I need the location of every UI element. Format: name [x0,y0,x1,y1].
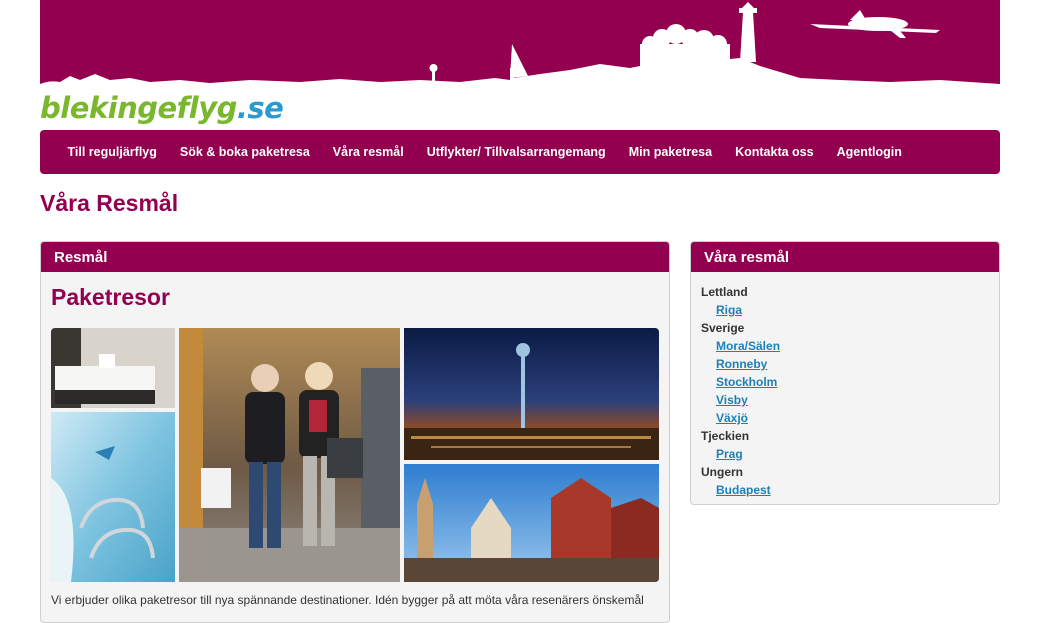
riga-old-town-photo [404,464,659,582]
country-label: Lettland [701,285,748,299]
destination-link-vaxjo[interactable]: Växjö [701,409,999,427]
destination-link-ronneby[interactable]: Ronneby [701,355,999,373]
destinations-list: Lettland Riga Sverige Mora/Sälen Ronneby… [691,272,999,499]
destination-link-stockholm[interactable]: Stockholm [701,373,999,391]
skyline-silhouette [40,2,1000,92]
nav-item-agentlogin[interactable]: Agentlogin [825,145,913,159]
destination-link-riga[interactable]: Riga [701,301,999,319]
destination-link-prag[interactable]: Prag [701,445,999,463]
photo-collage [51,328,659,582]
nav-item-reguljarflyg[interactable]: Till reguljärflyg [56,145,168,159]
country-label: Ungern [701,465,743,479]
logo-text-domain: .se [236,91,284,125]
nav-item-utflykter[interactable]: Utflykter/ Tillvalsarrangemang [415,145,617,159]
header-banner [40,0,1000,92]
destination-link-visby[interactable]: Visby [701,391,999,409]
destinations-sidebar: Våra resmål Lettland Riga Sverige Mora/S… [690,241,1000,505]
resmal-panel: Resmål Paketresor Vi erbjuder olika pake… [40,241,670,623]
nav-item-min-paketresa[interactable]: Min paketresa [617,145,723,159]
berlin-night-photo [404,328,659,460]
country-label: Sverige [701,321,745,335]
site-logo[interactable]: blekingeflyg.se [40,88,284,128]
intro-text: Vi erbjuder olika paketresor till nya sp… [51,593,644,607]
paketresor-heading: Paketresor [51,284,170,310]
nav-item-sok-boka[interactable]: Sök & boka paketresa [168,145,321,159]
hotel-room-photo [51,328,175,408]
destination-link-budapest[interactable]: Budapest [701,481,999,499]
nav-item-kontakta-oss[interactable]: Kontakta oss [724,145,826,159]
pool-photo [51,412,175,582]
nav-item-vara-resmal[interactable]: Våra resmål [321,145,415,159]
shopping-women-photo [179,328,400,582]
logo-text-name: blekingeflyg [40,91,237,125]
country-label: Tjeckien [701,429,750,443]
main-nav: Till reguljärflyg Sök & boka paketresa V… [40,130,1000,174]
destination-link-mora-salen[interactable]: Mora/Sälen [701,337,999,355]
resmal-panel-header: Resmål [41,242,669,272]
destinations-header: Våra resmål [691,242,999,272]
page-title: Våra Resmål [40,190,179,216]
